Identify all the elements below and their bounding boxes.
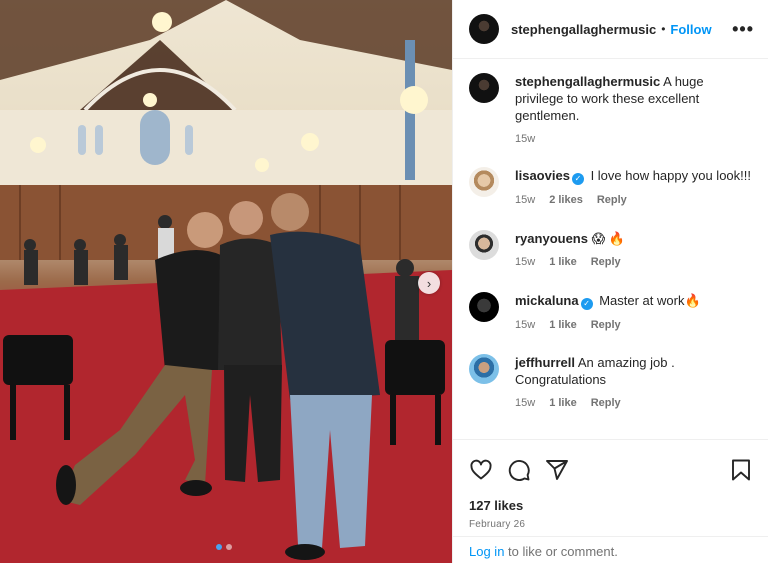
comment-item: jeffhurrell An amazing job . Congratulat… [469, 354, 752, 412]
post-details-panel: stephengallaghermusic • Follow ••• steph… [452, 0, 768, 563]
comment-likes[interactable]: 2 likes [549, 192, 583, 209]
reply-button[interactable]: Reply [591, 395, 621, 412]
comment-likes[interactable]: 1 like [549, 254, 577, 271]
action-bar [469, 450, 752, 490]
comment-likes[interactable]: 1 like [549, 317, 577, 334]
login-prompt: Log in to like or comment. [453, 536, 768, 563]
post-date: February 26 [469, 519, 526, 530]
caption-username[interactable]: stephengallaghermusic [515, 74, 660, 89]
church-scene-illustration [0, 0, 452, 563]
comment-text: I love how happy you look!!! [590, 168, 751, 183]
post-photo[interactable]: › [0, 0, 452, 563]
more-options-icon[interactable]: ••• [732, 19, 754, 40]
comment-age: 15w [515, 397, 536, 409]
comment-icon[interactable] [507, 458, 531, 482]
chevron-right-icon: › [426, 275, 432, 291]
commenter-avatar[interactable] [469, 354, 499, 384]
comment-username[interactable]: mickaluna [515, 293, 579, 308]
author-username[interactable]: stephengallaghermusic [511, 22, 656, 37]
share-icon[interactable] [545, 458, 569, 482]
header-separator: • [661, 22, 666, 36]
reply-button[interactable]: Reply [597, 192, 627, 209]
post-header: stephengallaghermusic • Follow ••• [453, 0, 768, 59]
heart-icon[interactable] [469, 458, 493, 482]
reply-button[interactable]: Reply [591, 254, 621, 271]
post-actions: 127 likes February 26 [453, 439, 768, 530]
verified-badge-icon: ✓ [580, 297, 593, 310]
bookmark-icon[interactable] [730, 458, 752, 482]
comment-item: ryanyouens 😱 🔥 15w 1 like Reply [469, 230, 752, 271]
author-avatar[interactable] [469, 73, 499, 103]
author-avatar[interactable] [469, 14, 499, 44]
commenter-avatar[interactable] [469, 230, 499, 260]
comment-text: 😱 🔥 [591, 231, 625, 246]
comment-username[interactable]: lisaovies [515, 168, 570, 183]
login-link[interactable]: Log in [469, 544, 504, 559]
comment-age: 15w [515, 193, 536, 206]
comment-age: 15w [515, 256, 536, 268]
comment-likes[interactable]: 1 like [549, 395, 577, 412]
carousel-next-button[interactable]: › [418, 272, 440, 294]
caption-age: 15w [515, 133, 536, 145]
reply-button[interactable]: Reply [591, 317, 621, 334]
verified-badge-icon: ✓ [571, 172, 584, 185]
follow-button[interactable]: Follow [670, 22, 711, 37]
login-prompt-text: to like or comment. [504, 544, 618, 559]
carousel-dot [226, 544, 232, 550]
comment-username[interactable]: ryanyouens [515, 231, 588, 246]
commenter-avatar[interactable] [469, 167, 499, 197]
comment-username[interactable]: jeffhurrell [515, 355, 575, 370]
commenter-avatar[interactable] [469, 292, 499, 322]
caption-item: stephengallaghermusic A huge privilege t… [469, 73, 752, 148]
carousel-dot [216, 544, 222, 550]
comment-text: Master at work🔥 [599, 293, 701, 308]
comments-list[interactable]: stephengallaghermusic A huge privilege t… [453, 59, 768, 439]
carousel-indicator [216, 544, 232, 550]
comment-item: mickaluna ✓ Master at work🔥 15w 1 like Re… [469, 292, 752, 334]
comment-age: 15w [515, 318, 536, 331]
comment-item: lisaovies ✓ I love how happy you look!!! … [469, 167, 752, 209]
like-count[interactable]: 127 likes [469, 498, 752, 513]
